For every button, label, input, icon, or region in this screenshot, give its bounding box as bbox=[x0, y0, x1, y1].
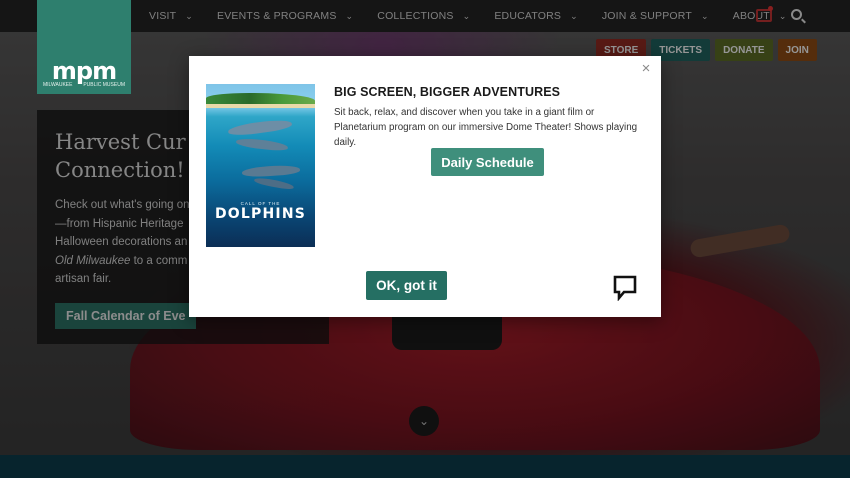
poster-sand bbox=[206, 104, 315, 108]
promo-modal: × CALL OF THE DOLPHINS BIG SCREEN, BIGGE… bbox=[189, 56, 661, 317]
poster-dolphin bbox=[235, 137, 289, 152]
close-icon[interactable]: × bbox=[639, 61, 653, 76]
dolphins-poster-image: CALL OF THE DOLPHINS bbox=[206, 84, 315, 247]
poster-dolphin bbox=[227, 117, 293, 138]
feedback-icon[interactable] bbox=[613, 275, 637, 301]
museum-logo[interactable]: mpm MILWAUKEE PUBLIC MUSEUM bbox=[37, 0, 131, 94]
daily-schedule-button[interactable]: Daily Schedule bbox=[431, 148, 544, 176]
poster-diver bbox=[253, 176, 295, 191]
modal-heading: BIG SCREEN, BIGGER ADVENTURES bbox=[334, 85, 561, 99]
poster-title: DOLPHINS bbox=[214, 206, 307, 222]
logo-sub-right: PUBLIC MUSEUM bbox=[83, 82, 125, 88]
ok-got-it-button[interactable]: OK, got it bbox=[366, 271, 447, 300]
logo-mark: mpm bbox=[51, 57, 117, 85]
logo-sub-left: MILWAUKEE bbox=[43, 82, 73, 88]
modal-body-text: Sit back, relax, and discover when you t… bbox=[334, 107, 638, 148]
poster-dolphin bbox=[241, 163, 301, 179]
logo-subtitle: MILWAUKEE PUBLIC MUSEUM bbox=[43, 82, 125, 88]
